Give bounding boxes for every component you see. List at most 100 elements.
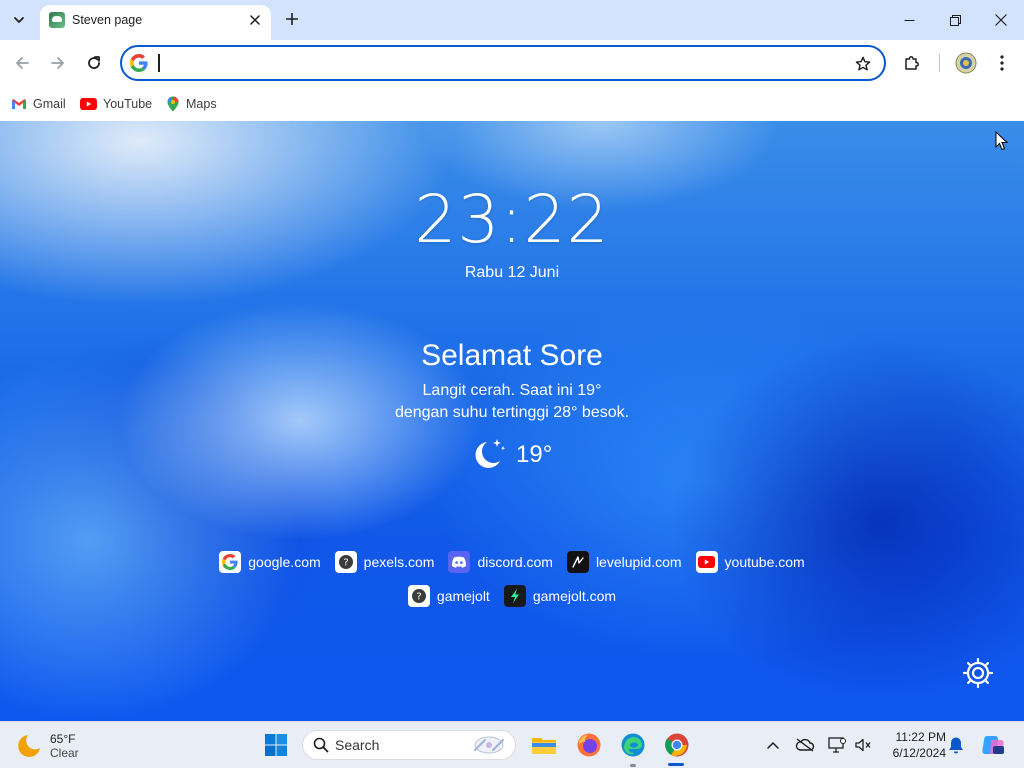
avatar-icon — [955, 52, 977, 74]
weather-description-line2: dengan suhu tertinggi 28° besok. — [394, 404, 630, 421]
reload-button[interactable] — [79, 48, 109, 78]
address-bar[interactable] — [120, 45, 886, 81]
gear-icon[interactable] — [961, 656, 995, 690]
bookmark-maps[interactable]: Maps — [166, 92, 217, 116]
reload-icon — [88, 56, 100, 69]
speaker-muted-icon — [855, 738, 871, 752]
current-weather: 19° — [470, 435, 560, 475]
volume-button[interactable] — [852, 734, 874, 756]
gamejolt-icon — [503, 585, 526, 607]
google-icon — [219, 551, 242, 573]
google-icon — [130, 54, 148, 72]
cloud-off-icon — [795, 738, 815, 752]
chrome-icon — [665, 733, 689, 757]
taskbar-time: 11:22 PM — [895, 730, 946, 744]
discord-icon — [448, 551, 471, 573]
plus-icon — [286, 13, 298, 25]
arrow-right-icon — [51, 57, 64, 69]
bookmark-label: Maps — [186, 97, 217, 111]
close-window-button[interactable] — [978, 0, 1024, 40]
chevron-down-icon — [14, 17, 24, 23]
search-icon — [313, 737, 329, 753]
shortcut-gamejolt[interactable]: ? gamejolt — [406, 584, 492, 608]
tab-search-button[interactable] — [6, 7, 32, 33]
taskbar-clock[interactable]: 11:22 PM 6/12/2024 — [880, 729, 946, 761]
new-tab-button[interactable] — [280, 7, 304, 31]
youtube-icon — [80, 98, 97, 110]
shortcuts-row-2: ? gamejolt gamejolt.com — [0, 584, 1024, 608]
shortcut-label: gamejolt — [436, 588, 490, 604]
onedrive-offline-button[interactable] — [794, 734, 816, 756]
show-hidden-icons-button[interactable] — [762, 734, 784, 756]
shortcut-label: gamejolt.com — [532, 588, 617, 604]
copilot-button[interactable] — [980, 734, 1006, 756]
restore-icon — [949, 14, 961, 26]
bell-icon — [949, 737, 963, 754]
shortcut-label: google.com — [248, 554, 321, 570]
greeting-text: Selamat Sore — [421, 339, 603, 372]
shortcut-pexels[interactable]: ? pexels.com — [333, 550, 437, 574]
moon-stars-icon — [475, 439, 506, 468]
active-tab[interactable]: Steven page — [40, 5, 271, 40]
menu-button[interactable] — [987, 48, 1017, 78]
arrow-left-icon — [16, 57, 29, 69]
shortcut-label: levelupid.com — [595, 554, 682, 570]
unknown-site-icon: ? — [407, 585, 430, 607]
mouse-cursor-icon — [995, 131, 1009, 151]
bookmarks-bar: Gmail YouTube Maps — [0, 86, 1024, 121]
bookmark-label: Gmail — [33, 97, 66, 111]
page-favicon-icon — [49, 12, 65, 28]
close-icon — [250, 15, 260, 25]
shortcut-google[interactable]: google.com — [217, 550, 322, 574]
unknown-site-icon: ? — [334, 551, 357, 573]
taskbar-weather-widget[interactable]: 65°F Clear — [16, 728, 79, 764]
bookmark-label: YouTube — [103, 97, 153, 111]
taskbar-firefox[interactable] — [572, 728, 606, 762]
shortcut-gamejolt-com[interactable]: gamejolt.com — [502, 584, 618, 608]
taskbar-edge[interactable] — [616, 728, 650, 762]
shortcut-levelupid[interactable]: levelupid.com — [565, 550, 684, 574]
youtube-icon — [695, 551, 718, 573]
tab-strip: Steven page — [0, 0, 1024, 40]
address-input[interactable] — [156, 52, 836, 74]
copilot-icon — [982, 736, 1004, 754]
levelupid-icon — [566, 551, 589, 573]
browser-toolbar — [0, 40, 1024, 86]
shortcut-youtube[interactable]: youtube.com — [694, 550, 807, 574]
taskbar-search-box[interactable]: Search — [302, 730, 516, 760]
taskbar: 65°F Clear Search 11:22 PM 6/12/2024 — [0, 721, 1024, 768]
date-display: Rabu 12 Juni — [464, 264, 560, 281]
edge-open-indicator — [630, 764, 636, 767]
search-highlight-icon — [474, 736, 504, 754]
taskbar-file-explorer[interactable] — [527, 728, 561, 762]
chevron-up-icon — [767, 741, 779, 749]
extensions-button[interactable] — [897, 48, 927, 78]
bookmark-star-button[interactable] — [852, 53, 874, 75]
minimize-button[interactable] — [886, 0, 932, 40]
bookmark-gmail[interactable]: Gmail — [11, 92, 66, 116]
taskbar-search-label: Search — [335, 737, 380, 753]
more-vertical-icon — [1000, 55, 1004, 71]
maps-icon — [167, 96, 179, 112]
back-button[interactable] — [7, 48, 37, 78]
shortcut-label: youtube.com — [724, 554, 805, 570]
toolbar-divider — [939, 54, 940, 72]
clock-display: 23:22 — [414, 181, 610, 258]
taskbar-date: 6/12/2024 — [892, 746, 946, 760]
taskbar-chrome[interactable] — [660, 728, 694, 762]
forward-button[interactable] — [43, 48, 73, 78]
shortcut-discord[interactable]: discord.com — [446, 550, 554, 574]
bookmark-youtube[interactable]: YouTube — [80, 92, 152, 116]
profile-button[interactable] — [951, 48, 981, 78]
weather-description-line1: Langit cerah. Saat ini 19° — [422, 382, 602, 399]
restore-button[interactable] — [932, 0, 978, 40]
moon-icon — [18, 735, 40, 757]
taskbar-weather-temp: 65°F — [50, 732, 76, 746]
tab-close-button[interactable] — [245, 10, 265, 30]
notifications-button[interactable] — [945, 734, 967, 756]
shortcut-label: discord.com — [477, 554, 553, 570]
network-button[interactable] — [826, 734, 848, 756]
start-button[interactable] — [259, 728, 293, 762]
star-icon — [855, 56, 871, 71]
chrome-active-indicator — [668, 763, 684, 766]
